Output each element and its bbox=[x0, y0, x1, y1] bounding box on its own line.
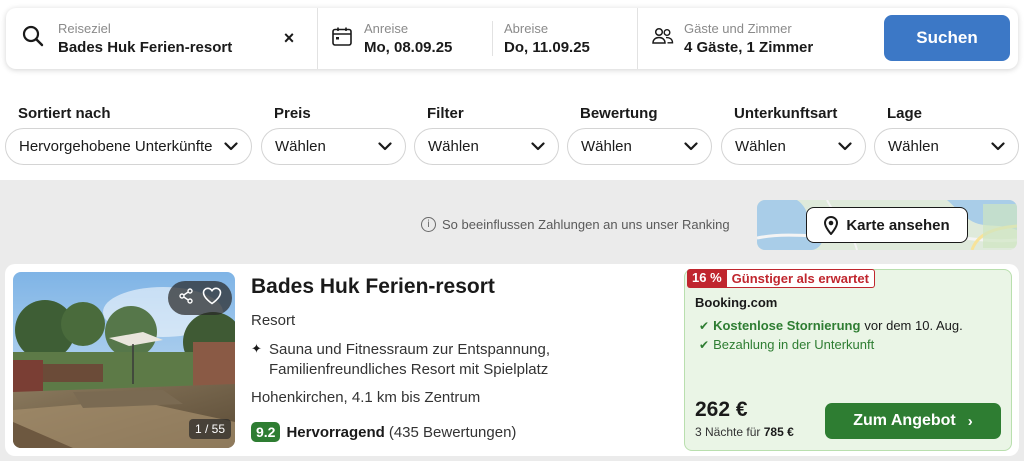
filter-sort-label: Sortiert nach bbox=[18, 105, 111, 122]
search-bar: Reiseziel Bades Huk Ferien-resort × Anre… bbox=[6, 8, 1018, 69]
location-pin-icon bbox=[824, 215, 839, 235]
ranking-info-text: So beeinflussen Zahlungen an uns unser R… bbox=[442, 217, 730, 232]
checkout-label: Abreise bbox=[504, 20, 549, 36]
view-map-label: Karte ansehen bbox=[846, 216, 950, 234]
check-icon: ✔ bbox=[699, 318, 710, 333]
check-icon: ✔ bbox=[699, 337, 710, 352]
rating-score-badge: 9.2 bbox=[251, 422, 281, 442]
close-icon[interactable]: × bbox=[279, 28, 299, 48]
filter-filter: Filter Wählen bbox=[414, 104, 559, 165]
checkout-field[interactable]: Abreise Do, 11.09.25 bbox=[492, 8, 638, 69]
hotel-photo[interactable]: 1 / 55 bbox=[13, 272, 235, 448]
guests-field[interactable]: Gäste und Zimmer 4 Gäste, 1 Zimmer bbox=[638, 8, 878, 69]
hotel-highlights: ✦ Sauna und Fitnessraum zur Entspannung,… bbox=[251, 340, 550, 380]
deal-badge-percent: 16 % bbox=[687, 269, 727, 288]
guests-icon bbox=[652, 27, 674, 50]
hotel-location: Hohenkirchen, 4.1 km bis Zentrum bbox=[251, 389, 481, 406]
view-offer-label: Zum Angebot bbox=[853, 412, 956, 429]
hotel-name[interactable]: Bades Huk Ferien-resort bbox=[251, 275, 495, 299]
deal-feature-cancellation: ✔ Kostenlose Stornierung vor dem 10. Aug… bbox=[699, 318, 963, 333]
filter-sort: Sortiert nach Hervorgehobene Unterkünfte bbox=[5, 104, 252, 165]
filter-location: Lage Wählen bbox=[874, 104, 1019, 165]
filter-accommodation-label: Unterkunftsart bbox=[734, 105, 838, 122]
heart-icon[interactable] bbox=[202, 286, 222, 310]
filter-price-value: Wählen bbox=[275, 138, 326, 155]
destination-field[interactable]: Reiseziel Bades Huk Ferien-resort × bbox=[6, 8, 318, 69]
guests-label: Gäste und Zimmer bbox=[684, 20, 792, 36]
hotel-result-card[interactable]: 1 / 55 Bades Huk Ferien-resort Resort ✦ … bbox=[5, 264, 1019, 456]
highlight-line-2: Familienfreundliches Resort mit Spielpla… bbox=[269, 361, 549, 378]
deal-provider: Booking.com bbox=[695, 295, 778, 310]
chevron-down-icon bbox=[991, 142, 1005, 151]
filter-rating-label: Bewertung bbox=[580, 105, 658, 122]
filter-sort-dropdown[interactable]: Hervorgehobene Unterkünfte bbox=[5, 128, 252, 165]
ranking-info-link[interactable]: i So beeinflussen Zahlungen an uns unser… bbox=[421, 217, 730, 232]
filter-rating-dropdown[interactable]: Wählen bbox=[567, 128, 712, 165]
rating-count: (435 Bewertungen) bbox=[388, 423, 517, 441]
filter-rating-value: Wählen bbox=[581, 138, 632, 155]
filter-accommodation-dropdown[interactable]: Wählen bbox=[721, 128, 866, 165]
rating-word: Hervorragend bbox=[286, 423, 385, 441]
cancellation-deadline: vor dem 10. Aug. bbox=[864, 318, 963, 333]
chevron-down-icon bbox=[378, 142, 392, 151]
chevron-down-icon bbox=[838, 142, 852, 151]
checkin-field[interactable]: Anreise Mo, 08.09.25 bbox=[318, 8, 492, 69]
filter-price-dropdown[interactable]: Wählen bbox=[261, 128, 406, 165]
deal-price: 262 € bbox=[695, 398, 748, 421]
deal-badge-text: Günstiger als erwartet bbox=[726, 269, 875, 288]
filter-location-value: Wählen bbox=[888, 138, 939, 155]
filter-price-label: Preis bbox=[274, 105, 311, 122]
filter-sort-value: Hervorgehobene Unterkünfte bbox=[19, 138, 213, 155]
guests-value: 4 Gäste, 1 Zimmer bbox=[684, 38, 814, 56]
share-icon[interactable] bbox=[178, 287, 194, 309]
chevron-down-icon bbox=[684, 142, 698, 151]
chevron-right-icon: › bbox=[967, 412, 973, 430]
filter-accommodation: Unterkunftsart Wählen bbox=[721, 104, 866, 165]
deal-box[interactable]: 16 % Günstiger als erwartet Booking.com … bbox=[684, 269, 1012, 451]
hotel-type: Resort bbox=[251, 312, 296, 329]
view-offer-button[interactable]: Zum Angebot › bbox=[825, 403, 1001, 439]
photo-counter: 1 / 55 bbox=[188, 419, 231, 439]
free-cancellation-text: Kostenlose Stornierung bbox=[713, 318, 861, 333]
filter-filter-dropdown[interactable]: Wählen bbox=[414, 128, 559, 165]
checkout-value: Do, 11.09.25 bbox=[504, 38, 590, 56]
sparkle-icon: ✦ bbox=[251, 342, 262, 357]
filter-bar: Sortiert nach Hervorgehobene Unterkünfte… bbox=[0, 104, 1024, 166]
deal-total-price: 785 € bbox=[763, 425, 794, 439]
deal-nights-text: 3 Nächte für bbox=[695, 425, 761, 439]
photo-actions bbox=[168, 281, 232, 315]
filter-location-label: Lage bbox=[887, 105, 923, 122]
deal-feature-payment: ✔ Bezahlung in der Unterkunft bbox=[699, 337, 874, 352]
highlight-line-1: Sauna und Fitnessraum zur Entspannung, bbox=[269, 341, 551, 358]
info-icon: i bbox=[421, 217, 436, 232]
deal-badge: 16 % Günstiger als erwartet bbox=[687, 269, 875, 288]
filter-rating: Bewertung Wählen bbox=[567, 104, 712, 165]
pay-at-property-text: Bezahlung in der Unterkunft bbox=[713, 337, 875, 352]
filter-price: Preis Wählen bbox=[261, 104, 406, 165]
hotel-rating[interactable]: 9.2 Hervorragend (435 Bewertungen) bbox=[251, 422, 516, 442]
chevron-down-icon bbox=[224, 142, 238, 151]
search-icon bbox=[22, 25, 44, 52]
chevron-down-icon bbox=[531, 142, 545, 151]
calendar-icon bbox=[332, 27, 352, 51]
search-header: Reiseziel Bades Huk Ferien-resort × Anre… bbox=[0, 0, 1024, 180]
filter-accommodation-value: Wählen bbox=[735, 138, 786, 155]
checkin-label: Anreise bbox=[364, 20, 409, 36]
destination-label: Reiseziel bbox=[58, 20, 111, 36]
map-preview[interactable]: Karte ansehen bbox=[757, 200, 1017, 250]
checkin-value: Mo, 08.09.25 bbox=[364, 38, 453, 56]
view-map-button[interactable]: Karte ansehen bbox=[806, 207, 968, 243]
destination-value: Bades Huk Ferien-resort bbox=[58, 38, 233, 56]
filter-filter-value: Wählen bbox=[428, 138, 479, 155]
search-button[interactable]: Suchen bbox=[884, 15, 1010, 61]
filter-location-dropdown[interactable]: Wählen bbox=[874, 128, 1019, 165]
deal-total: 3 Nächte für 785 € bbox=[695, 425, 794, 439]
filter-filter-label: Filter bbox=[427, 105, 464, 122]
